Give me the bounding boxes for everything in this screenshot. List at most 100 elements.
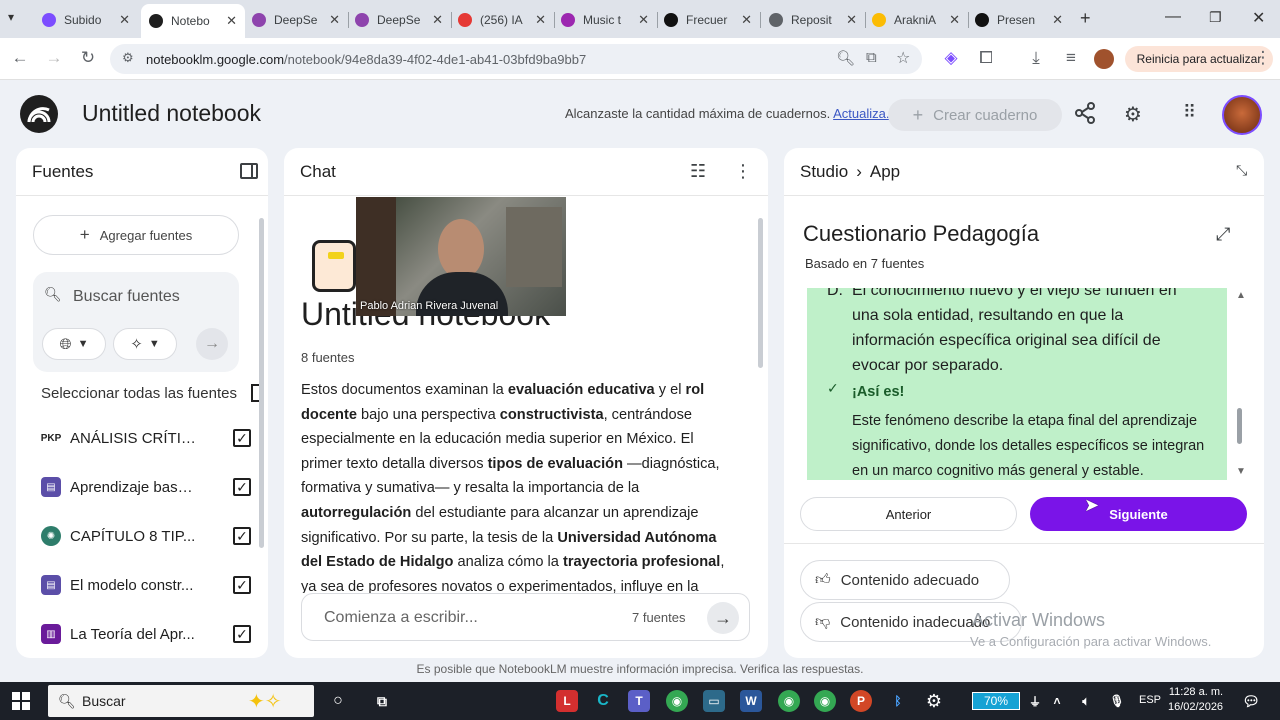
tab-close-icon[interactable]: ✕: [846, 12, 857, 28]
browser-tab[interactable]: DeepSe ✕: [244, 6, 348, 34]
word-icon[interactable]: W: [740, 690, 762, 712]
browser-tab[interactable]: (256) IA ✕: [450, 6, 554, 34]
tab-close-icon[interactable]: ✕: [741, 12, 752, 28]
tab-close-icon[interactable]: ✕: [535, 12, 546, 28]
install-app-icon[interactable]: ⧉: [866, 49, 877, 66]
source-checkbox[interactable]: ✓: [233, 478, 251, 496]
volume-icon[interactable]: 🔈︎: [1075, 690, 1097, 712]
minimize-button[interactable]: —: [1165, 8, 1181, 26]
microphone-icon[interactable]: 🎙︎: [1106, 690, 1128, 712]
tab-close-icon[interactable]: ✕: [119, 12, 130, 28]
chat-settings-icon[interactable]: ☷: [690, 161, 706, 182]
chrome-profile-icon[interactable]: ◉: [778, 690, 800, 712]
send-button[interactable]: →: [707, 602, 739, 634]
taskbar-search[interactable]: 🔍︎ Buscar ✦✧: [48, 685, 314, 717]
extension-icon[interactable]: ◈: [940, 48, 962, 68]
browser-tab[interactable]: Notebo ✕: [141, 4, 245, 38]
update-button[interactable]: Reinicia para actualizar: [1125, 46, 1273, 72]
browser-tab[interactable]: DeepSe ✕: [347, 6, 451, 34]
source-item[interactable]: ▤ Aprendizaje basa... ✓: [41, 472, 251, 502]
zoom-icon[interactable]: 🔍︎: [836, 49, 855, 67]
site-info-icon[interactable]: ⚙: [122, 50, 134, 66]
browser-tab[interactable]: ArakniA ✕: [864, 6, 968, 34]
quiz-scrollbar[interactable]: [1237, 408, 1242, 444]
answer-option-correct[interactable]: D. El conocimiento nuevo y el viejo se f…: [807, 288, 1227, 480]
fullscreen-icon[interactable]: ⤢: [1216, 224, 1230, 245]
reload-icon[interactable]: ↻: [77, 48, 99, 68]
chrome-profile2-icon[interactable]: ◉: [814, 690, 836, 712]
notifications-icon[interactable]: 💬︎: [1240, 690, 1262, 712]
web-filter-dropdown[interactable]: 🌐︎ ▼: [42, 328, 106, 360]
browser-tab[interactable]: Reposit ✕: [761, 6, 865, 34]
battery-indicator[interactable]: 70%: [972, 692, 1020, 710]
taskbar-app-monitor-icon[interactable]: ▭: [703, 690, 725, 712]
task-view-icon[interactable]: ⧉: [371, 690, 393, 712]
forward-icon[interactable]: →: [43, 48, 65, 68]
browser-tab[interactable]: Presen ✕: [967, 6, 1071, 34]
tray-expand-icon[interactable]: ˄: [1046, 690, 1068, 712]
search-submit-button[interactable]: →: [196, 328, 228, 360]
collapse-panel-icon[interactable]: [240, 163, 258, 179]
download-icon[interactable]: ⤓: [1025, 48, 1047, 68]
browser-menu-icon[interactable]: ⋮: [1252, 48, 1274, 68]
user-avatar[interactable]: [1222, 95, 1262, 135]
cortana-icon[interactable]: ○: [327, 690, 349, 712]
apps-grid-icon[interactable]: ⠿: [1183, 102, 1196, 123]
power-plug-icon[interactable]: ⏚: [1024, 690, 1046, 712]
source-item[interactable]: ✺ CAPÍTULO 8 TIP... ✓: [41, 521, 251, 551]
next-button[interactable]: Siguiente: [1030, 497, 1247, 531]
browser-tab[interactable]: Frecuer ✕: [656, 6, 760, 34]
research-mode-dropdown[interactable]: ✧ ▼: [113, 328, 177, 360]
source-item[interactable]: ▤ El modelo constr... ✓: [41, 570, 251, 600]
source-checkbox[interactable]: ✓: [233, 576, 251, 594]
tab-close-icon[interactable]: ✕: [949, 12, 960, 28]
create-notebook-button[interactable]: + Crear cuaderno: [888, 99, 1062, 131]
breadcrumb-studio[interactable]: Studio: [800, 162, 848, 181]
taskbar-app-c-icon[interactable]: C: [592, 690, 614, 712]
browser-tab[interactable]: Music t ✕: [553, 6, 657, 34]
bluetooth-icon[interactable]: ᛒ: [887, 690, 909, 712]
tab-close-icon[interactable]: ✕: [1052, 12, 1063, 28]
scroll-up-icon[interactable]: ▲: [1236, 290, 1246, 301]
settings-gear-icon[interactable]: ⚙: [1124, 102, 1142, 127]
address-bar[interactable]: ⚙ notebooklm.google.com/notebook/94e8da3…: [110, 44, 922, 74]
chat-input[interactable]: [324, 606, 574, 630]
close-window-button[interactable]: ✕: [1252, 8, 1265, 28]
language-indicator[interactable]: ESP: [1139, 694, 1161, 706]
previous-button[interactable]: Anterior: [800, 497, 1017, 531]
powerpoint-icon[interactable]: P: [850, 690, 872, 712]
source-item[interactable]: PKP ANÁLISIS CRÍTIC... ✓: [41, 423, 251, 453]
webcam-overlay[interactable]: Pablo Adrian Rivera Juvenal: [356, 197, 566, 316]
scroll-down-icon[interactable]: ▼: [1236, 466, 1246, 477]
tab-close-icon[interactable]: ✕: [329, 12, 340, 28]
select-all-sources[interactable]: Seleccionar todas las fuentes: [41, 385, 237, 402]
chat-scrollbar[interactable]: [758, 218, 763, 368]
windows-start-icon[interactable]: [12, 692, 30, 710]
clock[interactable]: 11:28 a. m. 16/02/2026: [1168, 685, 1223, 715]
tab-list-button[interactable]: ▾: [8, 10, 14, 24]
source-checkbox[interactable]: ✓: [233, 527, 251, 545]
sources-scrollbar[interactable]: [259, 218, 264, 548]
tab-close-icon[interactable]: ✕: [638, 12, 649, 28]
good-content-button[interactable]: 👍︎ Contenido adecuado: [800, 560, 1010, 600]
collapse-icon[interactable]: ⤡: [1236, 162, 1247, 179]
notebooklm-logo[interactable]: [20, 95, 58, 133]
share-icon[interactable]: [1074, 102, 1096, 130]
settings-gear-icon[interactable]: ⚙: [923, 690, 945, 712]
bookmark-star-icon[interactable]: ☆: [896, 48, 910, 68]
source-search-input[interactable]: [43, 282, 223, 312]
new-tab-button[interactable]: +: [1080, 8, 1091, 29]
source-checkbox[interactable]: ✓: [233, 429, 251, 447]
chrome-icon[interactable]: ◉: [666, 690, 688, 712]
add-sources-button[interactable]: + Agregar fuentes: [33, 215, 239, 255]
teams-icon[interactable]: T: [628, 690, 650, 712]
media-control-icon[interactable]: ≡: [1060, 48, 1082, 68]
chat-more-icon[interactable]: ⋮: [734, 161, 752, 182]
back-icon[interactable]: ←: [9, 48, 31, 68]
extensions-puzzle-icon[interactable]: ⧠: [975, 48, 997, 68]
tab-close-icon[interactable]: ✕: [432, 12, 443, 28]
restore-button[interactable]: ❐: [1209, 9, 1222, 26]
upgrade-link[interactable]: Actualiza.: [833, 106, 889, 121]
source-checkbox[interactable]: ✓: [233, 625, 251, 643]
source-item[interactable]: ▥ La Teoría del Apr... ✓: [41, 619, 251, 649]
